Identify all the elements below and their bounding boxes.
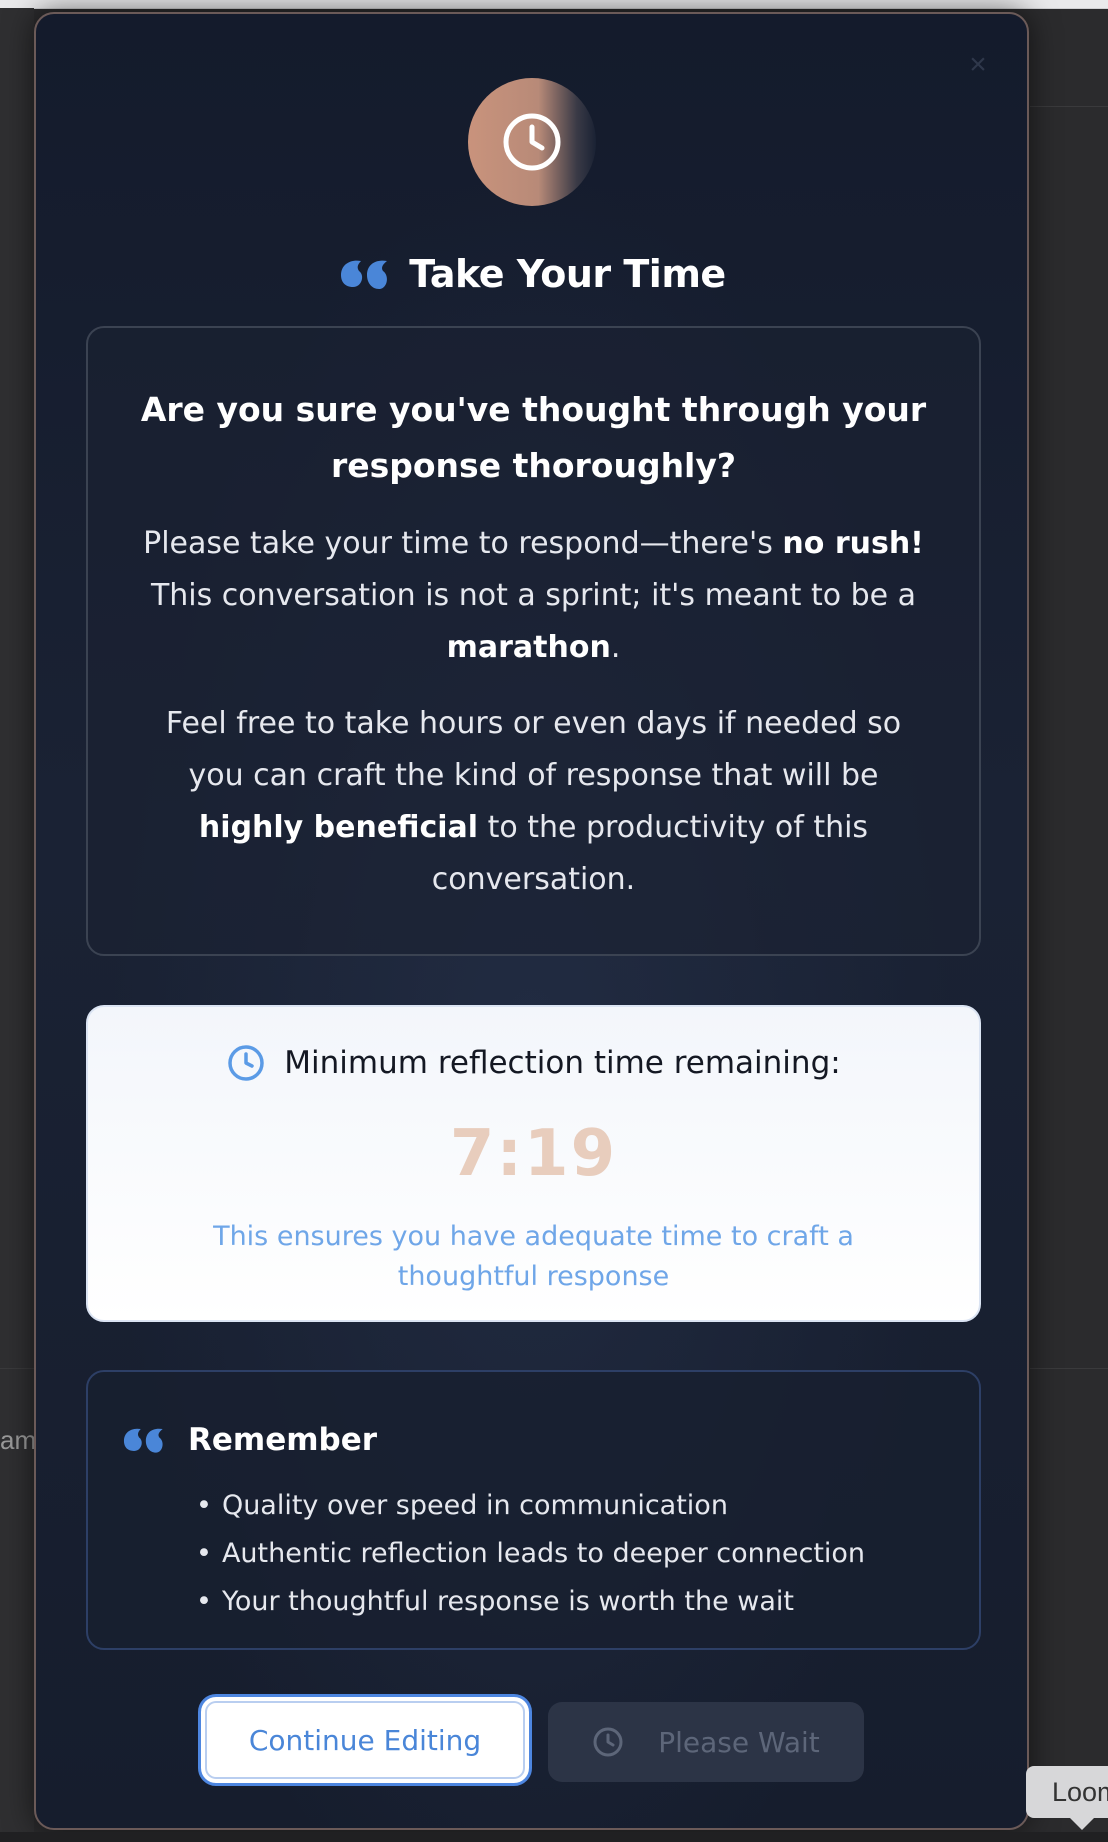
- text-span: Feel free to take hours or even days if …: [165, 706, 902, 793]
- timer-header: Minimum reflection time remaining:: [88, 1043, 979, 1083]
- list-item: Authentic reflection leads to deeper con…: [196, 1530, 865, 1578]
- quote-icon: [341, 260, 388, 289]
- text-span: Please take your time to respond—there's: [143, 526, 783, 561]
- clock-icon: [593, 1727, 623, 1757]
- browser-top-strip: [0, 0, 1108, 9]
- background-bottom-strip: [0, 1832, 1108, 1842]
- list-item: Quality over speed in communication: [196, 1482, 865, 1530]
- timer-label: Minimum reflection time remaining:: [284, 1045, 841, 1081]
- message-paragraph-1: Please take your time to respond—there's…: [138, 518, 929, 674]
- emphasis-text: marathon: [446, 630, 611, 665]
- background-divider: [1030, 106, 1108, 107]
- continue-editing-button[interactable]: Continue Editing: [198, 1694, 532, 1786]
- reflection-timer-card: Minimum reflection time remaining: 7:19 …: [86, 1005, 981, 1322]
- text-span: This conversation is not a sprint; it's …: [150, 578, 917, 613]
- text-span: .: [610, 630, 621, 665]
- clock-badge: [468, 78, 596, 206]
- remember-list: Quality over speed in communication Auth…: [196, 1482, 865, 1626]
- background-divider: [0, 1368, 34, 1369]
- close-button[interactable]: ×: [963, 50, 993, 80]
- question-heading: Are you sure you've thought through your…: [140, 390, 927, 485]
- please-wait-label: Please Wait: [658, 1725, 820, 1759]
- modal-title: Take Your Time: [409, 252, 726, 296]
- background-page-left: [0, 8, 34, 1842]
- list-item: Your thoughtful response is worth the wa…: [196, 1578, 865, 1626]
- tooltip-arrow: [1070, 1818, 1094, 1830]
- countdown-timer: 7:19: [449, 1117, 618, 1191]
- remember-card: Remember Quality over speed in communica…: [86, 1370, 981, 1650]
- text-span: to the productivity of this conversation…: [431, 810, 869, 897]
- remember-heading: Remember: [188, 1422, 378, 1458]
- loom-tooltip: Loom: [1026, 1766, 1108, 1818]
- emphasis-text: no rush!: [782, 526, 924, 561]
- take-your-time-modal: × Take Your Time Are you sure you've tho…: [34, 12, 1029, 1830]
- background-partial-text: am: [0, 1425, 37, 1455]
- clock-icon: [503, 113, 561, 171]
- continue-editing-label: Continue Editing: [248, 1723, 482, 1757]
- timer-note: This ensures you have adequate time to c…: [213, 1221, 854, 1292]
- remember-header: Remember: [120, 1422, 377, 1458]
- emphasis-text: highly beneficial: [198, 810, 479, 845]
- modal-title-row: Take Your Time: [36, 252, 1027, 296]
- message-card: Are you sure you've thought through your…: [86, 326, 981, 956]
- message-paragraph-2: Feel free to take hours or even days if …: [138, 698, 929, 906]
- quote-icon: [123, 1428, 163, 1453]
- background-divider: [1030, 1368, 1108, 1369]
- please-wait-button[interactable]: Please Wait: [548, 1702, 864, 1782]
- clock-icon: [228, 1045, 265, 1081]
